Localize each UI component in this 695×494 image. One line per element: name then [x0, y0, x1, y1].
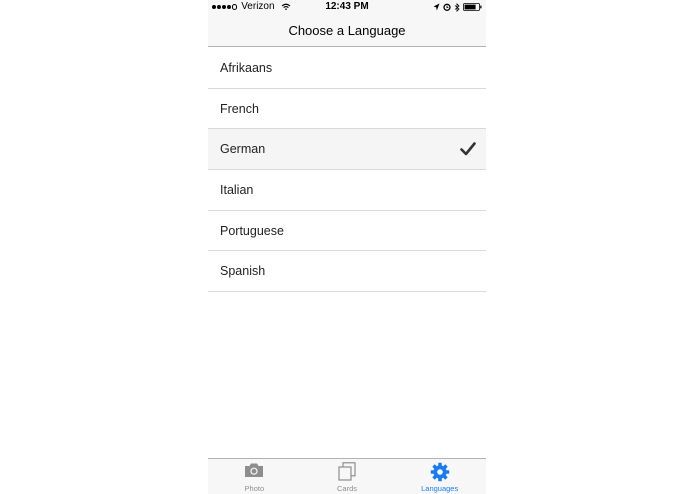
language-row-french[interactable]: French — [208, 88, 486, 130]
language-label: Italian — [220, 183, 254, 198]
language-label: French — [220, 101, 259, 116]
cards-icon — [338, 462, 356, 481]
language-label: Portuguese — [220, 223, 284, 238]
navigation-bar: Choose a Language — [208, 14, 486, 47]
phone-screen: Verizon 12:43 PM Choose a Language Afrik… — [208, 0, 486, 494]
checkmark-icon — [460, 142, 476, 156]
language-row-afrikaans[interactable]: Afrikaans — [208, 48, 486, 89]
tab-label: Languages — [421, 484, 459, 493]
tab-languages[interactable]: Languages — [393, 459, 486, 494]
tab-bar: Photo Cards Languages — [208, 458, 486, 494]
tab-photo[interactable]: Photo — [208, 459, 301, 494]
tab-cards[interactable]: Cards — [301, 459, 394, 494]
language-list: Afrikaans French German Italian Portugue… — [208, 48, 486, 293]
status-right — [430, 2, 482, 12]
tab-label: Cards — [337, 484, 358, 493]
language-row-portuguese[interactable]: Portuguese — [208, 210, 486, 252]
language-label: Afrikaans — [220, 61, 273, 75]
bluetooth-icon — [454, 2, 460, 12]
language-row-italian[interactable]: Italian — [208, 170, 486, 211]
alarm-clock-icon — [443, 3, 451, 11]
language-label: Spanish — [220, 264, 266, 279]
gear-icon — [430, 462, 449, 482]
status-bar: Verizon 12:43 PM — [208, 0, 486, 14]
location-arrow-icon — [433, 3, 440, 11]
camera-icon — [245, 463, 264, 477]
battery-icon — [463, 3, 482, 11]
language-label: German — [220, 142, 266, 157]
tab-label: Photo — [244, 484, 265, 493]
language-row-german[interactable]: German — [208, 129, 486, 171]
language-row-spanish[interactable]: Spanish — [208, 251, 486, 293]
page-title: Choose a Language — [288, 23, 406, 38]
